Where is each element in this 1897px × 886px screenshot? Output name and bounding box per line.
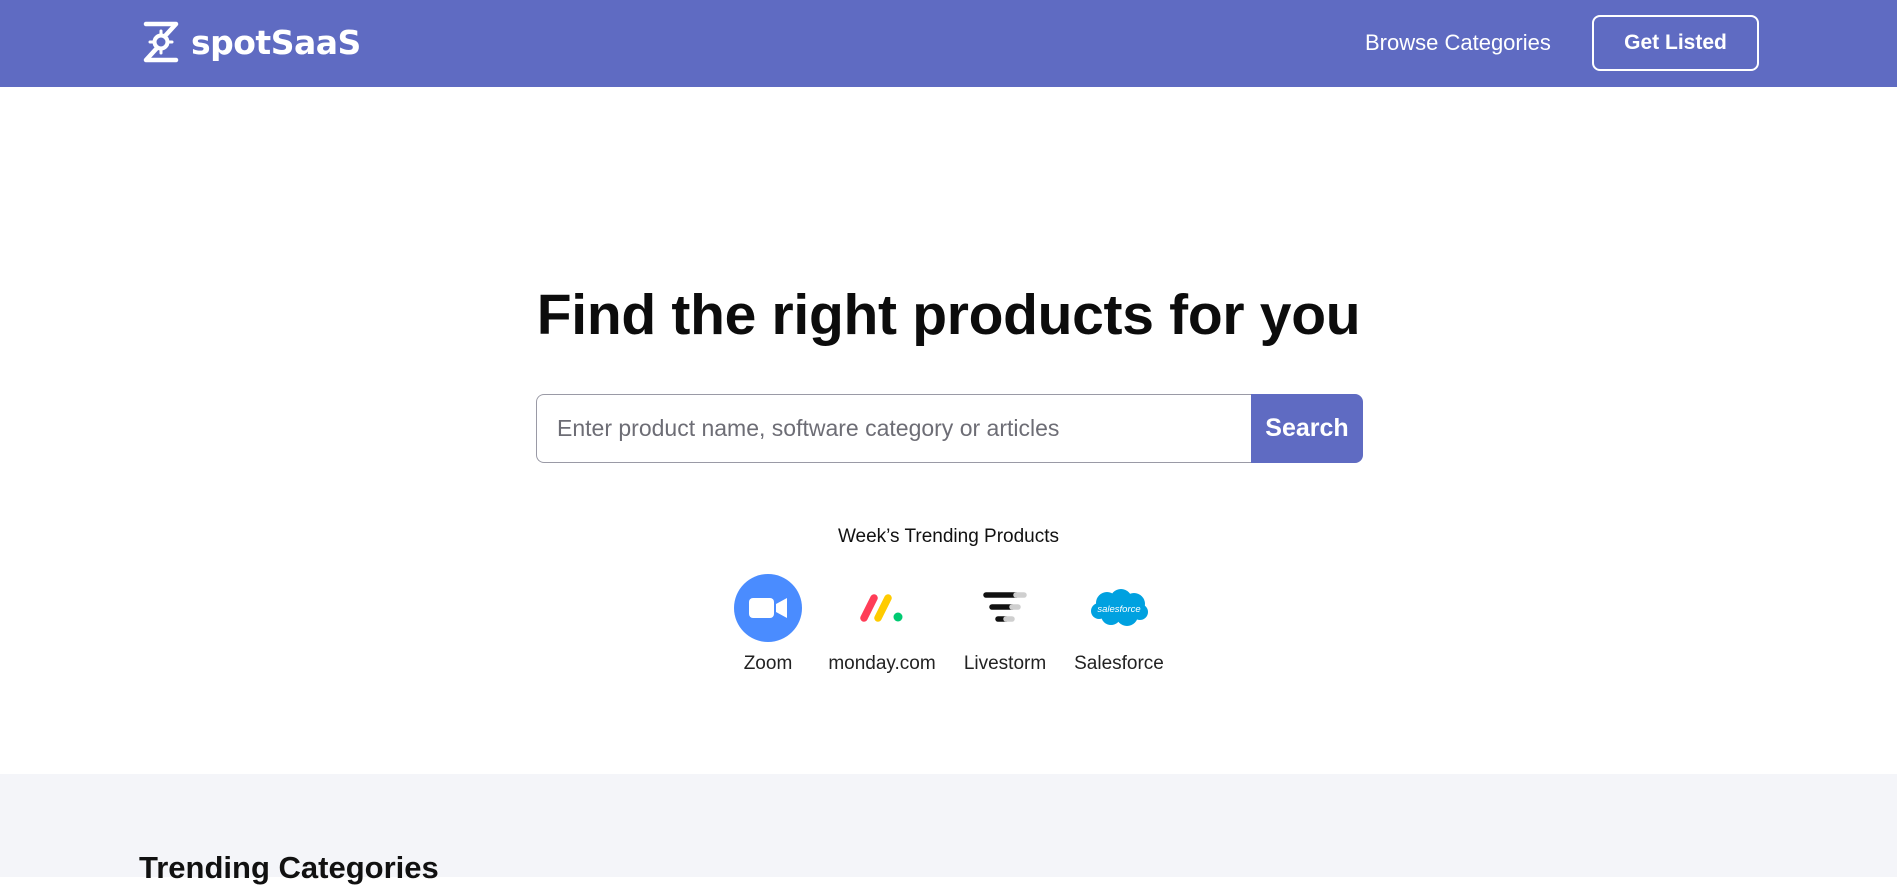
top-navbar: spotSaaS Browse Categories Get Listed <box>0 0 1897 87</box>
monday-icon <box>848 574 916 642</box>
search-input[interactable] <box>536 394 1251 463</box>
product-label: monday.com <box>828 653 936 674</box>
trending-product-salesforce[interactable]: salesforce Salesforce <box>1049 574 1189 675</box>
search-button[interactable]: Search <box>1251 394 1363 463</box>
trending-products-label: Week’s Trending Products <box>837 526 1060 547</box>
salesforce-icon: salesforce <box>1085 574 1153 642</box>
browse-categories-link[interactable]: Browse Categories <box>1365 27 1551 59</box>
trending-categories-heading: Trending Categories <box>139 850 439 885</box>
zoom-icon <box>734 574 802 642</box>
logo-text: spotSaaS <box>191 22 361 62</box>
hero-title: Find the right products for you <box>536 283 1361 347</box>
site-logo[interactable]: spotSaaS <box>139 20 361 64</box>
search-form: Search <box>536 394 1363 463</box>
salesforce-logo-text: salesforce <box>1097 604 1140 615</box>
spotsaas-logo-icon <box>143 21 179 63</box>
trending-product-monday[interactable]: monday.com <box>812 574 952 675</box>
livestorm-icon <box>971 574 1039 642</box>
product-label: Salesforce <box>1074 653 1164 674</box>
get-listed-button[interactable]: Get Listed <box>1592 15 1759 71</box>
